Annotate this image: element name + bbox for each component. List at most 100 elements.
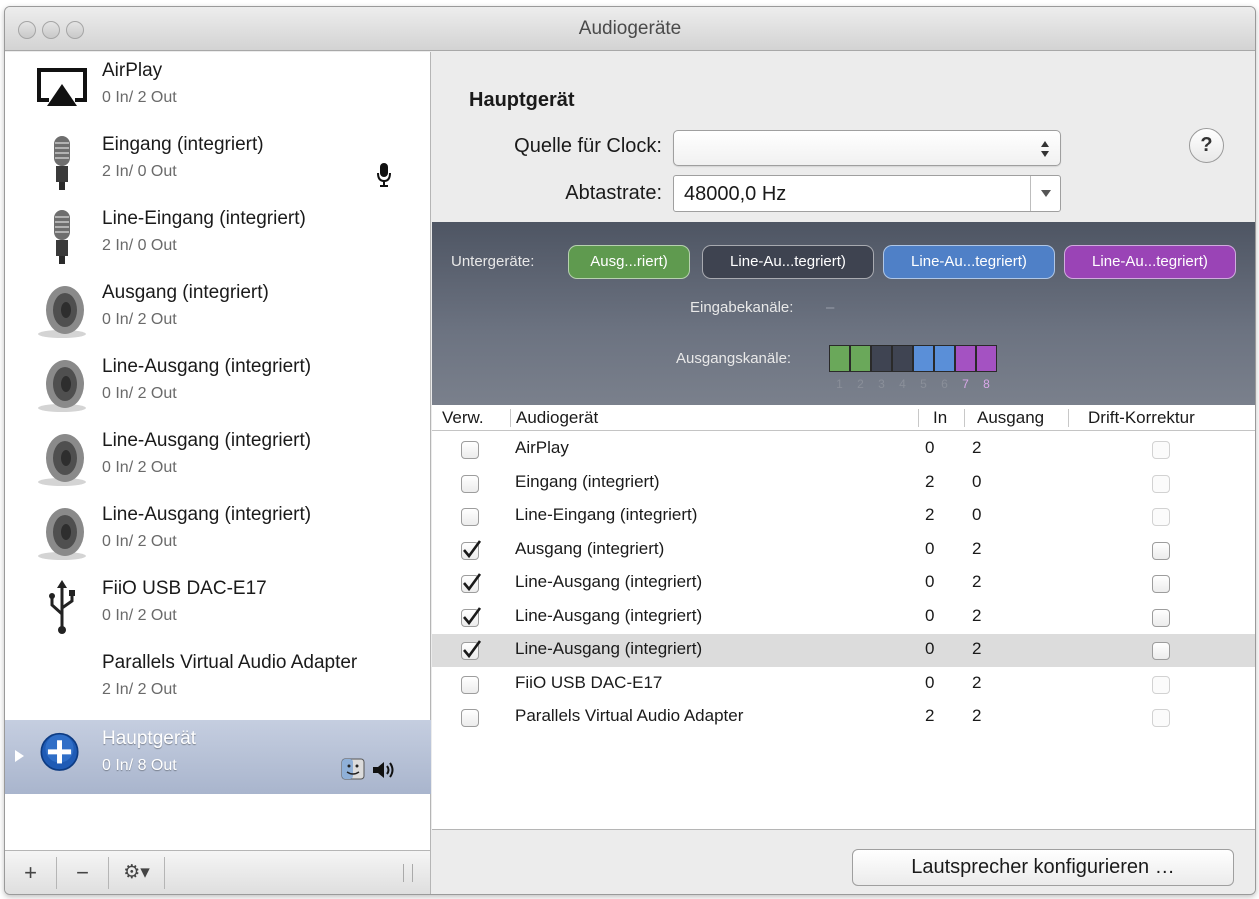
device-io: 0 In/ 2 Out [102,533,177,550]
subdevice-pill-line-ausgang-1[interactable]: Line-Au...tegriert) [702,245,874,279]
output-channel-8 [976,345,997,372]
table-row[interactable]: Line-Eingang (integriert) 2 0 [432,500,1255,533]
device-io: 0 In/ 2 Out [102,89,177,106]
remove-device-button[interactable]: − [57,857,109,889]
window-title: Audiogeräte [578,18,682,39]
output-count-cell: 0 [972,505,982,524]
use-checkbox[interactable] [461,640,482,660]
sample-rate-value: 48000,0 Hz [684,183,787,205]
channel-number: 1 [836,377,843,391]
device-item-line-ausgang-1[interactable]: Line-Ausgang (integriert) 0 In/ 2 Out [5,348,431,422]
column-header-device[interactable]: Audiogerät [516,408,598,428]
device-io: 0 In/ 2 Out [102,385,177,402]
channel-number: 7 [962,377,969,391]
drift-correction-checkbox [1152,441,1170,459]
device-cell: Eingang (integriert) [515,471,660,491]
device-item-line-ausgang-3[interactable]: Line-Ausgang (integriert) 0 In/ 2 Out [5,496,431,570]
output-channel-4 [892,345,913,372]
use-checkbox[interactable] [461,539,482,560]
column-header-drift[interactable]: Drift-Korrektur [1088,408,1195,428]
speaker-icon [38,360,86,412]
device-item-hauptgeraet[interactable]: Hauptgerät 0 In/ 8 Out [5,720,431,794]
output-channel-5 [913,345,934,372]
device-io: 2 In/ 0 Out [102,237,177,254]
input-count-cell: 2 [925,706,935,725]
gear-menu-button[interactable]: ⚙▾ [109,857,165,889]
device-name: FiiO USB DAC-E17 [102,578,267,599]
sample-rate-label: Abtastrate: [565,182,662,204]
table-row[interactable]: Eingang (integriert) 2 0 [432,467,1255,500]
table-row[interactable]: Line-Ausgang (integriert) 0 2 [432,601,1255,634]
table-row[interactable]: Line-Ausgang (integriert) 0 2 [432,634,1255,667]
speaker-icon [38,286,86,338]
drift-correction-checkbox[interactable] [1152,608,1170,627]
drift-correction-checkbox[interactable] [1152,642,1170,660]
use-checkbox[interactable] [461,508,479,526]
subdevice-pill-line-ausgang-3[interactable]: Line-Au...tegriert) [1064,245,1236,279]
input-channels-value: – [826,299,835,316]
device-name: Line-Ausgang (integriert) [102,430,312,451]
sample-rate-combo[interactable]: 48000,0 Hz [673,175,1061,212]
device-item-line-ausgang-2[interactable]: Line-Ausgang (integriert) 0 In/ 2 Out [5,422,431,496]
use-checkbox[interactable] [461,474,479,493]
device-item-ausgang[interactable]: Ausgang (integriert) 0 In/ 2 Out [5,274,431,348]
subdevice-pill-line-ausgang-2[interactable]: Line-Au...tegriert) [883,245,1055,279]
input-count-cell: 0 [925,639,935,658]
use-checkbox[interactable] [461,709,479,727]
subdevice-pill-ausgang[interactable]: Ausg...riert) [568,245,690,279]
device-item-fiio[interactable]: FiiO USB DAC-E17 0 In/ 2 Out [5,570,431,644]
output-count-cell: 2 [972,438,982,457]
drift-correction-checkbox[interactable] [1152,575,1170,593]
column-separator [918,409,919,427]
device-item-line-eingang[interactable]: Line-Eingang (integriert) 2 In/ 0 Out [5,200,431,274]
table-row[interactable]: Line-Ausgang (integriert) 0 2 [432,567,1255,600]
checkmark-icon [463,606,482,625]
use-checkbox[interactable] [461,675,479,694]
device-item-parallels[interactable]: Parallels Virtual Audio Adapter 2 In/ 2 … [5,644,431,718]
device-item-eingang[interactable]: Eingang (integriert) 2 In/ 0 Out [5,126,431,200]
column-header-output[interactable]: Ausgang [977,408,1044,428]
clock-source-popup[interactable] [673,130,1061,166]
default-input-microphone-icon [377,163,391,187]
usb-icon [49,580,75,634]
checkmark-icon [463,539,482,558]
table-row[interactable]: FiiO USB DAC-E17 0 2 [432,668,1255,701]
audio-devices-window: Audiogeräte AirPlay 0 In/ 2 Out Eingang … [4,6,1256,895]
device-name: Line-Ausgang (integriert) [102,356,312,377]
use-checkbox[interactable] [461,606,482,627]
add-device-button[interactable]: + [5,857,57,889]
resize-handle-icon[interactable] [403,864,413,882]
sample-rate-dropdown-button[interactable] [1030,176,1060,211]
channel-number: 8 [983,377,990,391]
configure-speakers-button[interactable]: Lautsprecher konfigurieren … [852,849,1234,886]
device-cell: Line-Ausgang (integriert) [515,639,703,658]
use-checkbox[interactable] [461,441,479,459]
device-name: Eingang (integriert) [102,134,264,155]
column-header-use[interactable]: Verw. [442,408,484,428]
subdevices-panel: Untergeräte: Ausg...riert) Line-Au...teg… [432,222,1255,405]
device-cell: FiiO USB DAC-E17 [515,672,663,692]
disclosure-triangle-icon[interactable] [15,750,24,762]
microphone-icon [54,210,70,264]
output-count-cell: 0 [972,471,982,491]
output-count-cell: 2 [972,706,982,725]
column-header-in[interactable]: In [933,408,947,428]
use-checkbox[interactable] [461,573,482,593]
table-row[interactable]: Ausgang (integriert) 0 2 [432,534,1255,567]
help-button[interactable]: ? [1189,128,1224,163]
device-item-airplay[interactable]: AirPlay 0 In/ 2 Out [5,52,431,126]
device-io: 0 In/ 2 Out [102,459,177,476]
output-count-cell: 2 [972,639,982,658]
device-cell: AirPlay [515,438,569,457]
table-row[interactable]: AirPlay 0 2 [432,433,1255,466]
table-row[interactable]: Parallels Virtual Audio Adapter 2 2 [432,701,1255,734]
device-cell: Ausgang (integriert) [515,538,665,558]
channel-number: 4 [899,377,906,391]
device-cell: Line-Ausgang (integriert) [515,572,703,591]
output-channel-6 [934,345,955,372]
device-io: 0 In/ 8 Out [102,757,177,774]
drift-correction-checkbox[interactable] [1152,541,1170,560]
input-count-cell: 0 [925,672,935,692]
drift-correction-checkbox [1152,508,1170,526]
title-bar: Audiogeräte [5,7,1255,51]
